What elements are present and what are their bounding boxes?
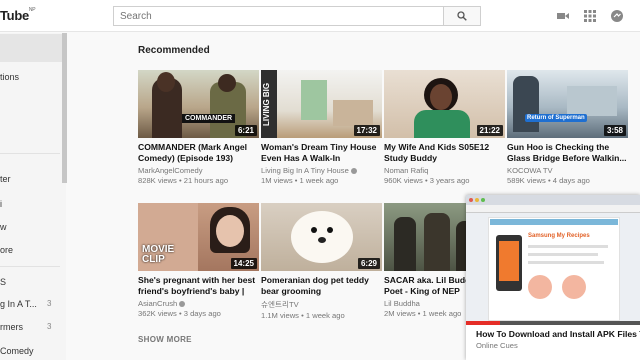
sidebar-item-count: 3 <box>47 322 52 331</box>
sidebar: tions ter i w ore S g In A T... 3 rmers … <box>0 33 66 360</box>
video-meta: 589K views • 4 days ago <box>507 176 590 185</box>
verified-badge-icon <box>179 301 186 307</box>
search-button[interactable] <box>443 6 481 26</box>
apps-grid-icon[interactable] <box>583 9 597 23</box>
youtube-page: TubeNP tions ter i w ore S g In A T... 3… <box>0 0 640 360</box>
video-duration: 3:58 <box>603 125 626 136</box>
section-heading: Recommended <box>138 45 210 56</box>
mini-player-video[interactable]: Samsung My Recipes <box>466 195 640 325</box>
sidebar-item-label[interactable]: ter <box>0 174 11 184</box>
sidebar-section-heading: S <box>0 277 7 287</box>
video-title[interactable]: My Wife And Kids S05E12 Study Buddy <box>384 142 505 163</box>
video-card[interactable]: LIVING BIG 17:32 Woman's Dream Tiny Hous… <box>261 70 382 185</box>
sidebar-item-label[interactable]: w <box>0 222 7 232</box>
video-channel[interactable]: KOCOWA TV <box>507 166 628 175</box>
video-camera-icon[interactable] <box>556 9 570 23</box>
sidebar-scrollbar[interactable] <box>62 33 67 183</box>
thumbnail-caption: LIVING BIG <box>262 82 271 126</box>
video-title[interactable]: Woman's Dream Tiny House Even Has A Walk… <box>261 142 382 163</box>
video-channel[interactable]: MarkAngelComedy <box>138 166 259 175</box>
video-thumbnail[interactable]: MOVIE CLIP 14:25 <box>138 203 259 271</box>
video-duration: 6:21 <box>234 125 257 136</box>
video-duration: 17:32 <box>353 125 380 136</box>
video-channel[interactable]: 슈엔트리TV <box>261 299 382 310</box>
sidebar-item-label[interactable]: tions <box>0 72 19 82</box>
video-thumbnail[interactable]: COMMANDER 6:21 <box>138 70 259 138</box>
video-channel[interactable]: Noman Rafiq <box>384 166 505 175</box>
video-duration: 6:29 <box>357 258 380 269</box>
video-title[interactable]: COMMANDER (Mark Angel Comedy) (Episode 1… <box>138 142 259 163</box>
video-meta: 828K views • 21 hours ago <box>138 176 229 185</box>
mini-player[interactable]: Samsung My Recipes How To Download and I… <box>466 195 640 360</box>
sidebar-subscription-item[interactable]: rmers <box>0 322 23 332</box>
mini-player-title[interactable]: How To Download and Install APK Files To… <box>476 329 640 339</box>
messages-icon[interactable] <box>610 9 624 23</box>
search-icon <box>457 11 467 21</box>
mini-player-channel[interactable]: Online Cues <box>476 341 518 350</box>
thumbnail-caption: MOVIE CLIP <box>142 244 175 265</box>
video-card[interactable]: 6:29 Pomeranian dog pet teddy bear groom… <box>261 203 382 320</box>
video-thumbnail[interactable]: LIVING BIG 17:32 <box>261 70 382 138</box>
video-channel[interactable]: Living Big In A Tiny House <box>261 166 382 175</box>
video-meta: 1M views • 1 week ago <box>261 176 339 185</box>
sidebar-item-label[interactable]: i <box>0 199 2 209</box>
sidebar-item-count: 3 <box>47 299 52 308</box>
sidebar-subscription-item[interactable]: g In A T... <box>0 299 37 309</box>
sidebar-subscription-item[interactable]: Comedy <box>0 346 34 356</box>
video-title[interactable]: Gun Hoo is Checking the Glass Bridge Bef… <box>507 142 628 163</box>
video-channel[interactable]: AsianCrush <box>138 299 259 308</box>
video-thumbnail[interactable]: 21:22 <box>384 70 505 138</box>
youtube-logo[interactable]: TubeNP <box>0 7 36 23</box>
sidebar-item-active[interactable] <box>0 34 62 62</box>
video-thumbnail[interactable]: Return of Superman 3:58 <box>507 70 628 138</box>
video-thumbnail[interactable]: 6:29 <box>261 203 382 271</box>
sidebar-item-label[interactable]: ore <box>0 245 13 255</box>
mini-player-screen-heading: Samsung My Recipes <box>528 233 590 239</box>
video-card[interactable]: Return of Superman 3:58 Gun Hoo is Check… <box>507 70 628 185</box>
thumbnail-caption: Return of Superman <box>525 114 587 122</box>
video-title[interactable]: She's pregnant with her best friend's bo… <box>138 275 259 296</box>
masthead: TubeNP <box>0 0 640 32</box>
video-card[interactable]: MOVIE CLIP 14:25 She's pregnant with her… <box>138 203 259 318</box>
sidebar-divider <box>0 153 60 154</box>
show-more-button[interactable]: SHOW MORE <box>138 335 192 344</box>
search-input[interactable] <box>113 6 443 26</box>
video-duration: 14:25 <box>230 258 257 269</box>
video-title[interactable]: Pomeranian dog pet teddy bear grooming <box>261 275 382 296</box>
video-meta: 960K views • 3 years ago <box>384 176 470 185</box>
verified-badge-icon <box>350 168 357 174</box>
video-card[interactable]: 21:22 My Wife And Kids S05E12 Study Budd… <box>384 70 505 185</box>
video-duration: 21:22 <box>476 125 503 136</box>
thumbnail-caption: COMMANDER <box>182 114 236 123</box>
video-meta: 1.1M views • 1 week ago <box>261 311 345 320</box>
video-meta: 362K views • 3 days ago <box>138 309 221 318</box>
video-card[interactable]: COMMANDER 6:21 COMMANDER (Mark Angel Com… <box>138 70 259 185</box>
sidebar-divider <box>0 266 60 267</box>
